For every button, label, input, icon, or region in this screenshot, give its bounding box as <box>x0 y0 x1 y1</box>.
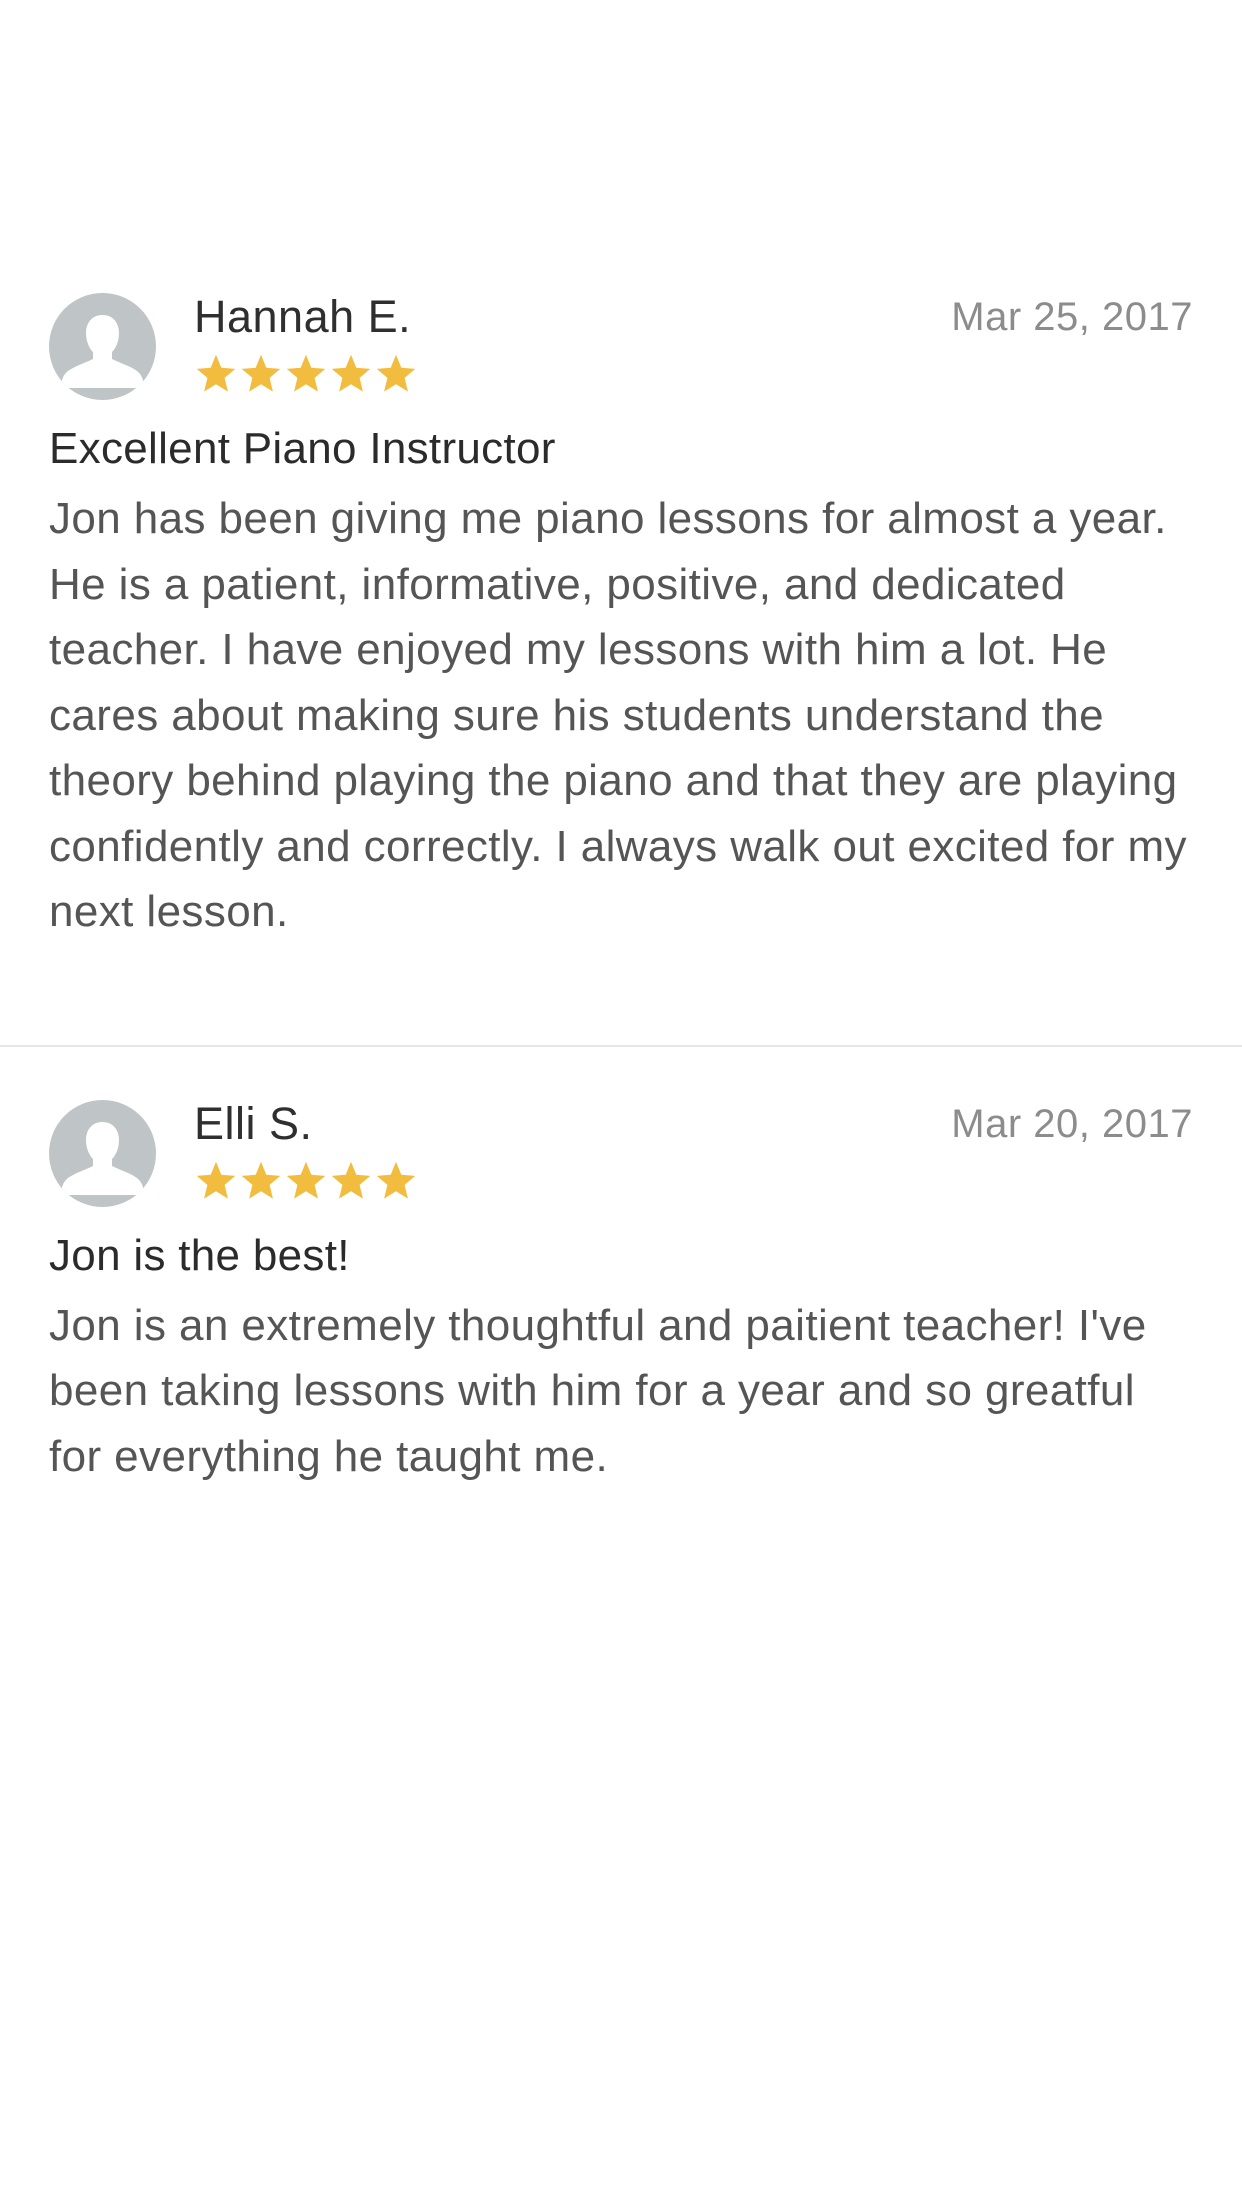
avatar[interactable] <box>49 1099 156 1207</box>
review-title: Jon is the best! <box>49 1230 350 1280</box>
star-icon <box>286 1161 326 1199</box>
review-date: Mar 25, 2017 <box>951 295 1193 339</box>
review-body: Jon has been giving me piano lessons for… <box>49 494 1187 936</box>
star-icon <box>286 354 326 392</box>
avatar[interactable] <box>49 293 156 400</box>
star-icon <box>376 354 416 392</box>
review-header: Hannah E. Mar 25, 2017 <box>49 288 1193 420</box>
review-date: Mar 20, 2017 <box>951 1101 1193 1146</box>
reviews-list: Hannah E. Mar 25, 2017 Excellent Piano I… <box>0 288 1242 1489</box>
person-silhouette-icon <box>61 315 144 388</box>
review-divider <box>0 1044 1242 1047</box>
star-icon <box>196 354 236 392</box>
star-rating <box>194 1159 418 1203</box>
star-icon <box>241 1161 281 1199</box>
review-body: Jon is an extremely thoughtful and paiti… <box>49 1300 1147 1481</box>
star-icon <box>331 354 371 392</box>
review-item: Elli S. Mar 20, 2017 Jon is the best! Jo… <box>0 1095 1242 1490</box>
star-icon <box>331 1161 371 1199</box>
review-item: Hannah E. Mar 25, 2017 Excellent Piano I… <box>0 288 1242 945</box>
star-icon <box>196 1161 236 1199</box>
star-icon <box>376 1161 416 1199</box>
star-icon <box>241 354 281 392</box>
review-title: Excellent Piano Instructor <box>49 424 556 473</box>
person-silhouette-icon <box>61 1121 144 1195</box>
reviewer-name: Hannah E. <box>194 291 412 342</box>
review-header: Elli S. Mar 20, 2017 <box>49 1095 1193 1227</box>
star-rating <box>194 352 418 396</box>
reviewer-name: Elli S. <box>194 1097 313 1149</box>
